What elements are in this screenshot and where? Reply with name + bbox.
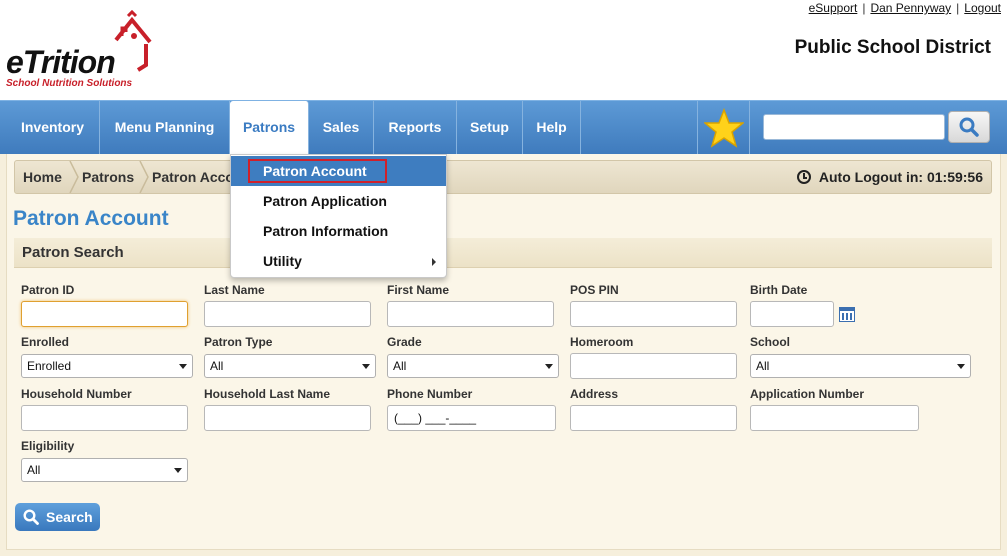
nav-menu-planning[interactable]: Menu Planning xyxy=(100,101,230,154)
eligibility-label: Eligibility xyxy=(21,439,75,453)
last-name-input[interactable] xyxy=(204,301,371,327)
patron-type-label: Patron Type xyxy=(204,335,273,349)
grade-select-value: All xyxy=(393,359,407,373)
section-header: Patron Search xyxy=(14,238,992,268)
clock-icon xyxy=(796,170,811,184)
grade-select[interactable]: All xyxy=(387,354,559,378)
esupport-link[interactable]: eSupport xyxy=(809,1,858,15)
breadcrumb-patrons[interactable]: Patrons xyxy=(82,161,134,193)
patrons-dropdown-menu: Patron Account Patron Application Patron… xyxy=(230,154,447,278)
patron-type-select-value: All xyxy=(210,359,224,373)
last-name-label: Last Name xyxy=(204,283,265,297)
district-name: Public School District xyxy=(794,37,991,58)
menu-item-patron-application[interactable]: Patron Application xyxy=(231,186,446,216)
patron-type-select[interactable]: All xyxy=(204,354,376,378)
patron-id-input[interactable] xyxy=(21,301,188,327)
global-search-input[interactable] xyxy=(763,114,945,140)
eligibility-select-value: All xyxy=(27,463,41,477)
logo-subtitle: School Nutrition Solutions xyxy=(6,78,133,89)
top-links: eSupport | Dan Pennyway | Logout xyxy=(808,1,1001,15)
menu-item-label: Utility xyxy=(263,253,302,269)
chevron-down-icon xyxy=(174,468,182,473)
chevron-down-icon xyxy=(179,364,187,369)
nav-help[interactable]: Help xyxy=(523,101,581,154)
household-number-label: Household Number xyxy=(21,387,132,401)
section-title: Patron Search xyxy=(22,244,124,261)
breadcrumb-current: Patron Acco xyxy=(152,169,234,185)
household-number-input[interactable] xyxy=(21,405,188,431)
household-last-name-label: Household Last Name xyxy=(204,387,331,401)
star-icon xyxy=(703,107,744,148)
user-name-link[interactable]: Dan Pennyway xyxy=(870,1,951,15)
chevron-down-icon xyxy=(957,364,965,369)
logout-link[interactable]: Logout xyxy=(964,1,1001,15)
grade-label: Grade xyxy=(387,335,422,349)
phone-number-label: Phone Number xyxy=(387,387,473,401)
menu-item-patron-account[interactable]: Patron Account xyxy=(231,156,446,186)
menu-item-patron-information[interactable]: Patron Information xyxy=(231,216,446,246)
magnifier-icon xyxy=(959,117,979,137)
school-select-value: All xyxy=(756,359,770,373)
nav-sales[interactable]: Sales xyxy=(309,101,374,154)
highlight-box xyxy=(248,159,387,183)
first-name-input[interactable] xyxy=(387,301,554,327)
household-last-name-input[interactable] xyxy=(204,405,371,431)
eligibility-select[interactable]: All xyxy=(21,458,188,482)
search-button-label: Search xyxy=(46,509,93,525)
global-search-button[interactable] xyxy=(948,111,990,143)
search-button[interactable]: Search xyxy=(15,503,100,531)
phone-number-input[interactable]: (___) ___-____ xyxy=(387,405,556,431)
enrolled-select[interactable]: Enrolled xyxy=(21,354,193,378)
address-input[interactable] xyxy=(570,405,737,431)
header: eTrition School Nutrition Solutions eSup… xyxy=(0,0,1007,100)
page-title: Patron Account xyxy=(13,207,169,230)
auto-logout-timer: Auto Logout in: 01:59:56 xyxy=(796,161,983,193)
nav-inventory[interactable]: Inventory xyxy=(6,101,100,154)
breadcrumb: Home Patrons Patron Acco Auto Logout in:… xyxy=(14,160,992,194)
first-name-label: First Name xyxy=(387,283,450,297)
nav-patrons[interactable]: Patrons xyxy=(230,101,309,157)
patron-id-label: Patron ID xyxy=(21,283,75,297)
enrolled-label: Enrolled xyxy=(21,335,70,349)
main-nav: Inventory Menu Planning Patrons Sales Re… xyxy=(0,100,1007,157)
address-label: Address xyxy=(570,387,619,401)
favorites-button[interactable] xyxy=(697,101,750,154)
nav-setup[interactable]: Setup xyxy=(457,101,523,154)
birth-date-input[interactable] xyxy=(750,301,834,327)
pos-pin-input[interactable] xyxy=(570,301,737,327)
homeroom-label: Homeroom xyxy=(570,335,634,349)
chevron-right-icon xyxy=(432,258,436,266)
homeroom-input[interactable] xyxy=(570,353,737,379)
enrolled-select-value: Enrolled xyxy=(27,359,72,373)
logo-text: eTrition xyxy=(6,44,116,80)
search-icon xyxy=(23,509,39,525)
chevron-down-icon xyxy=(545,364,553,369)
auto-logout-time: 01:59:56 xyxy=(926,169,983,185)
calendar-icon[interactable] xyxy=(839,307,855,322)
application-number-input[interactable] xyxy=(750,405,919,431)
school-select[interactable]: All xyxy=(750,354,971,378)
school-label: School xyxy=(750,335,791,349)
breadcrumb-separator-icon xyxy=(69,161,79,193)
birth-date-label: Birth Date xyxy=(750,283,808,297)
breadcrumb-separator-icon xyxy=(139,161,149,193)
house-logo-icon xyxy=(114,10,152,72)
breadcrumb-home[interactable]: Home xyxy=(23,161,62,193)
nav-reports[interactable]: Reports xyxy=(374,101,457,154)
auto-logout-label: Auto Logout in: xyxy=(818,169,924,185)
chevron-down-icon xyxy=(362,364,370,369)
pos-pin-label: POS PIN xyxy=(570,283,619,297)
menu-item-utility[interactable]: Utility xyxy=(231,246,446,276)
application-number-label: Application Number xyxy=(750,387,865,401)
etrition-logo[interactable]: eTrition School Nutrition Solutions xyxy=(4,10,164,89)
